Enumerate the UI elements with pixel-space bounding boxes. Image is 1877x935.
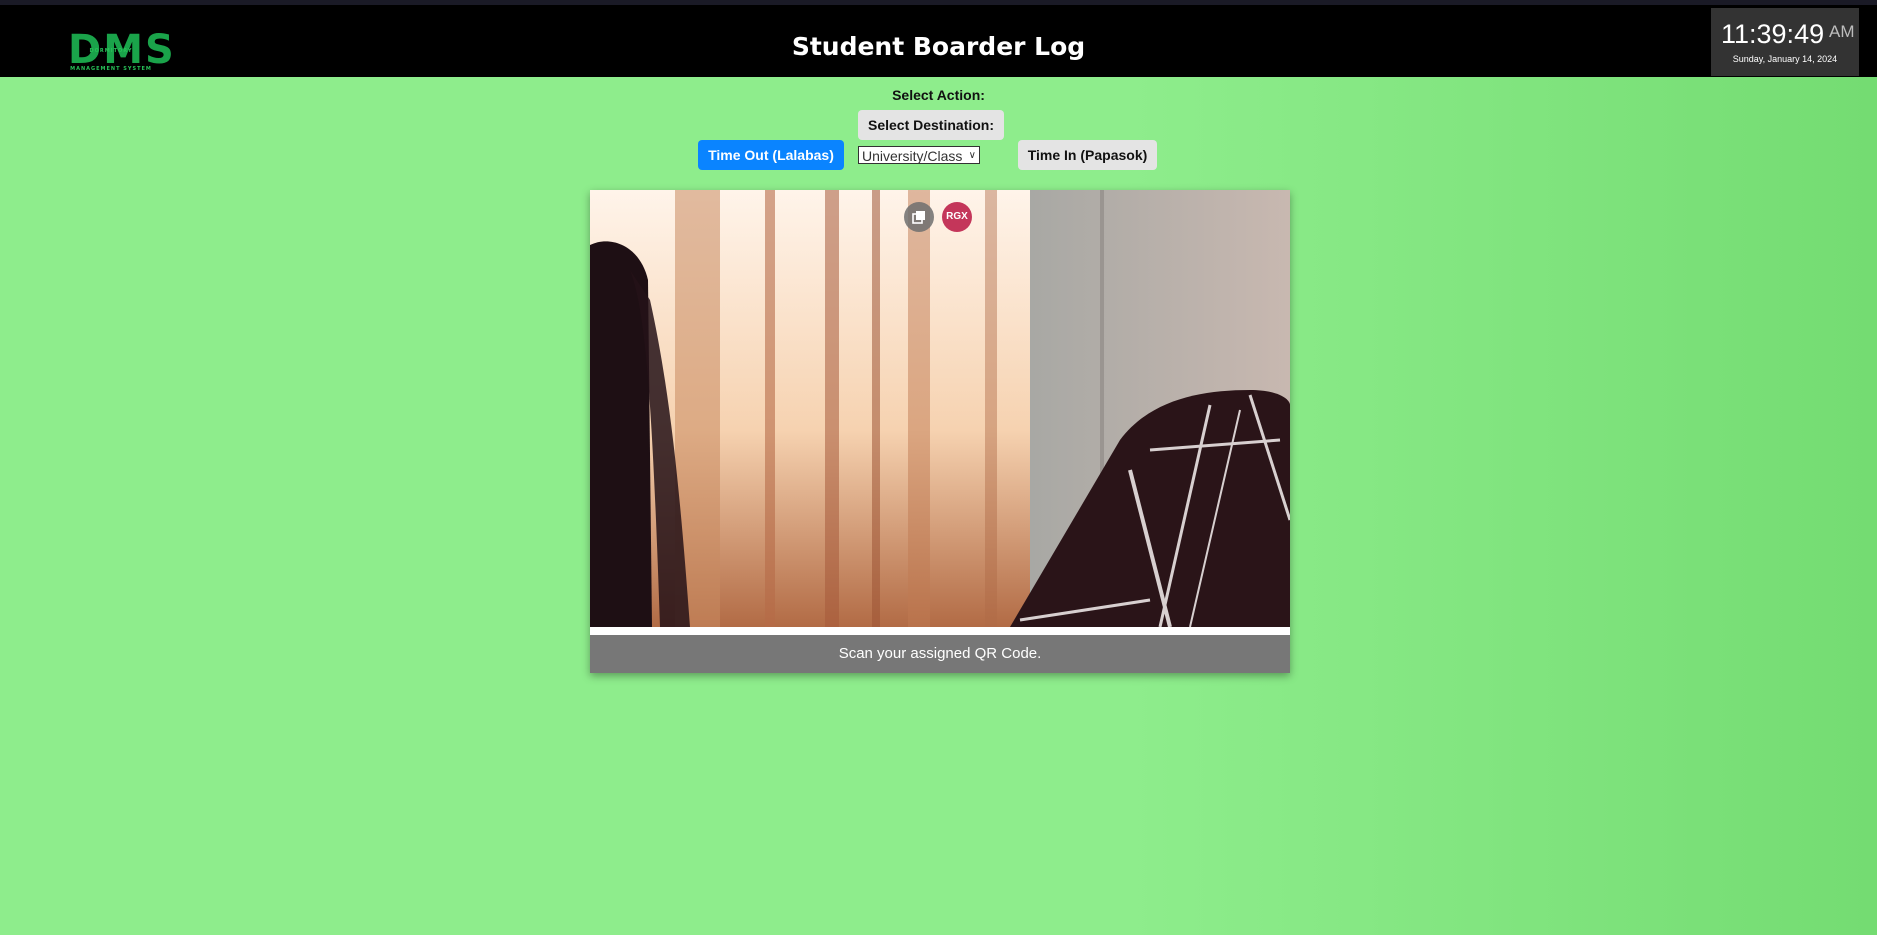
select-destination-button[interactable]: Select Destination: (858, 110, 1004, 140)
logo-line2: MANAGEMENT SYSTEM (70, 66, 152, 72)
page-title: Student Boarder Log (791, 32, 1086, 61)
clock-widget: 11:39:49 AM Sunday, January 14, 2024 (1711, 8, 1859, 76)
app-header: DMS DORMITORY MANAGEMENT SYSTEM Student … (0, 5, 1877, 77)
qr-scanner-panel: RGX Scan your assigned QR Code. (590, 190, 1290, 673)
destination-select[interactable]: University/Class ∨ (858, 146, 980, 164)
select-action-label: Select Action: (892, 87, 985, 103)
chevron-down-icon: ∨ (968, 150, 976, 161)
rgx-button[interactable]: RGX (942, 202, 972, 232)
clock-ampm: AM (1829, 22, 1855, 41)
clock-date: Sunday, January 14, 2024 (1732, 54, 1838, 64)
camera-feed-image (590, 190, 1290, 627)
destination-select-value: University/Class (862, 148, 963, 164)
time-out-button[interactable]: Time Out (Lalabas) (698, 140, 844, 170)
scan-status-message: Scan your assigned QR Code. (590, 635, 1290, 673)
camera-feed: RGX (590, 190, 1290, 627)
clock-time: 11:39:49 (1721, 19, 1825, 49)
copy-icon-glyph (912, 211, 925, 224)
time-in-button[interactable]: Time In (Papasok) (1018, 140, 1157, 170)
copy-icon[interactable] (904, 202, 934, 232)
